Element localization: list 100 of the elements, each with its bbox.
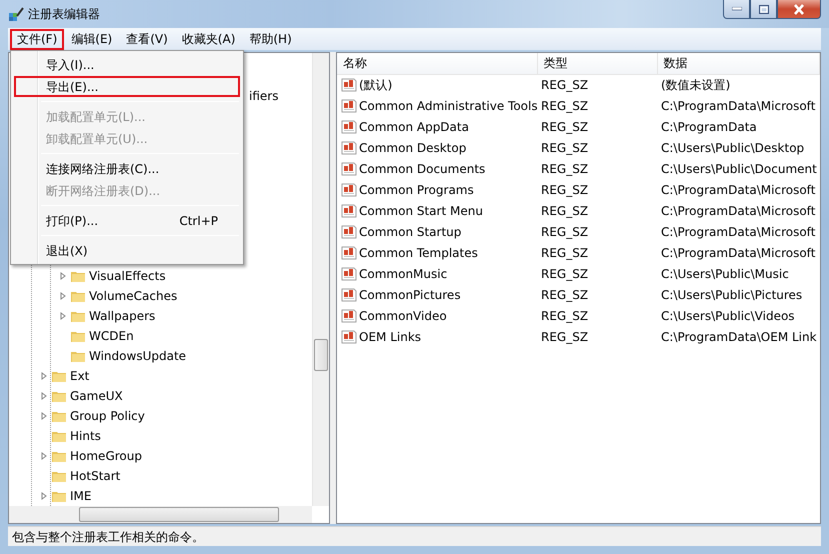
expand-icon[interactable] xyxy=(39,491,49,501)
string-value-icon xyxy=(341,160,357,176)
expand-icon[interactable] xyxy=(39,451,49,461)
table-cell-text: CommonMusic xyxy=(359,266,448,282)
scroll-thumb[interactable] xyxy=(314,339,328,371)
scroll-thumb[interactable] xyxy=(79,507,279,522)
string-value-icon xyxy=(341,140,357,156)
table-cell: REG_SZ xyxy=(541,224,588,238)
menu-item[interactable]: 查看(V) xyxy=(119,28,175,50)
column-header[interactable]: 数据 xyxy=(657,53,820,74)
string-value-icon xyxy=(341,76,357,93)
string-value-icon xyxy=(341,286,357,302)
tree-item[interactable]: IME xyxy=(70,487,92,505)
table-cell: REG_SZ xyxy=(541,120,588,134)
vertical-scrollbar[interactable] xyxy=(312,53,329,506)
string-value-icon xyxy=(341,328,357,344)
table-cell: C:\ProgramData\OEM Link xyxy=(661,330,817,344)
tree-item[interactable]: Hints xyxy=(70,427,101,445)
registry-icon xyxy=(8,6,24,22)
table-cell: C:\ProgramData xyxy=(661,120,757,134)
maximize-button[interactable] xyxy=(750,0,777,19)
expand-icon[interactable] xyxy=(39,371,49,381)
column-header[interactable]: 名称 xyxy=(337,53,537,74)
shortcut-label: Ctrl+P xyxy=(179,212,218,230)
table-cell-text: OEM Links xyxy=(359,328,422,346)
tree-item[interactable]: Ext xyxy=(70,367,90,385)
table-cell: REG_SZ xyxy=(541,98,588,112)
table-cell-text: Common Programs xyxy=(359,182,474,198)
string-value-icon xyxy=(341,266,357,282)
menu-option[interactable]: 退出(X) xyxy=(14,240,240,261)
table-cell: REG_SZ xyxy=(541,204,588,218)
window-title: 注册表编辑器 xyxy=(28,6,100,23)
close-button[interactable] xyxy=(777,0,821,19)
tree-item[interactable]: VolumeCaches xyxy=(89,287,178,305)
tree-item[interactable]: VisualEffects xyxy=(89,267,166,285)
table-cell: C:\Users\Public\Videos xyxy=(661,308,795,322)
table-cell: C:\Users\Public\Music xyxy=(661,266,789,280)
minimize-button[interactable] xyxy=(723,0,750,19)
tree-item[interactable]: GameUX xyxy=(70,387,123,405)
string-value-icon xyxy=(341,98,357,114)
string-value-icon xyxy=(341,202,357,218)
tree-item[interactable]: WindowsUpdate xyxy=(89,347,186,365)
table-cell-text: Common Start Menu xyxy=(359,202,483,220)
string-value-icon xyxy=(341,244,357,260)
table-cell-text: Common Templates xyxy=(359,244,478,262)
table-cell: REG_SZ xyxy=(541,140,588,154)
string-value-icon xyxy=(341,182,357,198)
table-cell-text: CommonPictures xyxy=(359,286,461,304)
column-header[interactable]: 类型 xyxy=(537,53,657,74)
tree-item[interactable]: Group Policy xyxy=(70,407,145,425)
table-cell: REG_SZ xyxy=(541,182,588,196)
table-cell: REG_SZ xyxy=(541,266,588,280)
menu-option[interactable]: 连接网络注册表(C)... xyxy=(14,158,240,179)
expand-icon[interactable] xyxy=(39,411,49,421)
table-cell-text: Common Startup xyxy=(359,224,462,240)
table-cell: C:\ProgramData\Microsoft xyxy=(661,204,816,218)
close-icon xyxy=(793,4,805,14)
menu-option[interactable]: 打印(P)... Ctrl+P xyxy=(14,210,240,231)
table-cell: REG_SZ xyxy=(541,330,588,344)
table-cell-text: Common Documents xyxy=(359,160,486,178)
status-text: 包含与整个注册表工作相关的命令。 xyxy=(12,528,204,546)
menu-item[interactable]: 文件(F) xyxy=(10,28,64,50)
expand-icon[interactable] xyxy=(39,391,49,401)
expand-icon[interactable] xyxy=(58,311,68,321)
string-value-icon xyxy=(341,308,357,324)
menu-item[interactable]: 收藏夹(A) xyxy=(174,28,242,50)
tree-item[interactable]: HomeGroup xyxy=(70,447,142,465)
maximize-icon xyxy=(758,4,768,14)
table-cell: C:\Users\Public\Document xyxy=(661,162,817,176)
table-cell-text: CommonVideo xyxy=(359,308,447,324)
table-cell: (数值未设置) xyxy=(661,78,730,92)
table-cell: C:\ProgramData\Microsoft xyxy=(661,182,816,196)
table-cell: REG_SZ xyxy=(541,162,588,176)
table-cell: C:\Users\Public\Pictures xyxy=(661,288,802,302)
minimize-icon xyxy=(732,7,742,11)
table-cell: C:\ProgramData\Microsoft xyxy=(661,246,816,260)
table-cell-text: Common Desktop xyxy=(359,140,466,156)
expand-icon[interactable] xyxy=(58,291,68,301)
table-cell: C:\ProgramData\Microsoft xyxy=(661,98,816,112)
table-cell: C:\Users\Public\Desktop xyxy=(661,140,804,154)
menu-item[interactable]: 帮助(H) xyxy=(242,28,299,50)
table-cell: REG_SZ xyxy=(541,288,588,302)
table-cell-text: Common Administrative Tools xyxy=(359,98,537,114)
table-cell-text: (默认) xyxy=(359,76,392,94)
menu-option[interactable]: 导出(E)... xyxy=(14,76,240,97)
expand-icon[interactable] xyxy=(58,271,68,281)
tree-item[interactable]: Wallpapers xyxy=(89,307,156,325)
tree-item[interactable]: HotStart xyxy=(70,467,120,485)
table-cell: REG_SZ xyxy=(541,78,588,92)
string-value-icon xyxy=(341,118,357,134)
table-cell: C:\ProgramData\Microsoft xyxy=(661,224,816,238)
tree-item[interactable]: ifiers xyxy=(249,87,278,105)
menu-option[interactable]: 导入(I)... xyxy=(14,54,240,75)
table-cell: REG_SZ xyxy=(541,246,588,260)
tree-item[interactable]: WCDEn xyxy=(89,327,134,345)
table-cell-text: Common AppData xyxy=(359,118,469,136)
horizontal-scrollbar[interactable] xyxy=(9,506,312,523)
string-value-icon xyxy=(341,224,357,240)
menu-item[interactable]: 编辑(E) xyxy=(64,28,120,50)
table-cell: REG_SZ xyxy=(541,308,588,322)
